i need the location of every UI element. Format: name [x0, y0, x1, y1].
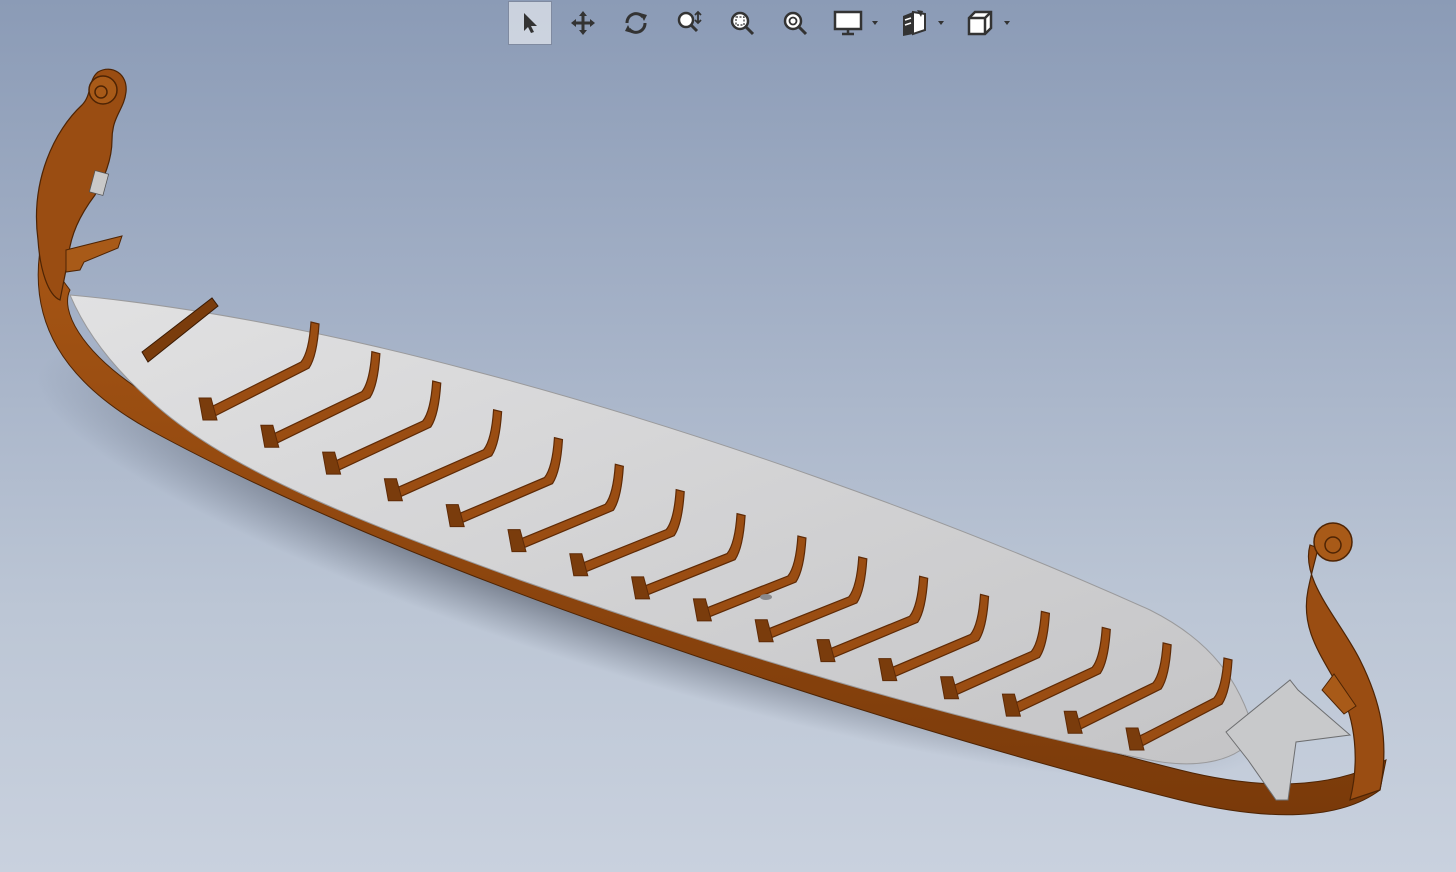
heads-up-view-toolbar — [508, 0, 1024, 46]
view-cube-icon — [903, 10, 926, 36]
zoom-area-icon — [730, 11, 755, 36]
zoom-fit-button[interactable] — [773, 1, 817, 45]
standard-views-dropdown[interactable] — [958, 1, 1010, 45]
standard-views-button[interactable] — [958, 1, 1002, 45]
stern-post — [1305, 544, 1385, 801]
view-orientation-button[interactable] — [892, 1, 936, 45]
chevron-down-icon — [872, 21, 878, 25]
bow-scroll — [88, 75, 118, 105]
zoom-fit-icon — [783, 11, 808, 36]
deck-hole — [760, 594, 772, 600]
chevron-down-icon — [1004, 21, 1010, 25]
ship-model-scene[interactable] — [0, 0, 1456, 872]
graphics-viewport[interactable] — [0, 0, 1456, 872]
display-style-button[interactable] — [826, 1, 870, 45]
monitor-icon — [833, 10, 863, 36]
rotate-icon — [625, 12, 647, 34]
stern-scroll — [1313, 522, 1353, 562]
display-style-dropdown[interactable] — [826, 1, 878, 45]
zoom-dynamic-button[interactable] — [667, 1, 711, 45]
chevron-down-icon — [938, 21, 944, 25]
rotate-button[interactable] — [614, 1, 658, 45]
zoom-area-button[interactable] — [720, 1, 764, 45]
box-outline-icon — [967, 10, 993, 36]
move-arrows-icon — [571, 11, 595, 35]
arrow-pointer-icon — [524, 13, 537, 33]
pan-button[interactable] — [561, 1, 605, 45]
view-orientation-dropdown[interactable] — [892, 1, 944, 45]
zoom-in-out-icon — [677, 10, 702, 33]
select-button[interactable] — [508, 1, 552, 45]
